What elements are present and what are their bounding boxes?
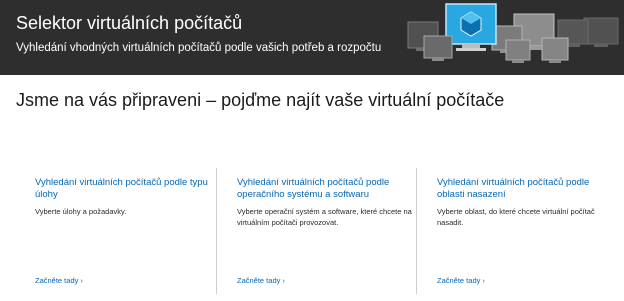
card-title-link[interactable]: Vyhledání virtuálních počítačů podle obl… <box>437 177 617 201</box>
card-description: Vyberte oblast, do které chcete virtuáln… <box>437 207 595 227</box>
hero-title: Selektor virtuálních počítačů <box>16 13 243 33</box>
card-region: Vyhledání virtuálních počítačů podle obl… <box>437 177 617 228</box>
card-title-link[interactable]: Vyhledání virtuálních počítačů podle ope… <box>237 177 417 201</box>
card-os-software: Vyhledání virtuálních počítačů podle ope… <box>237 177 417 228</box>
start-here-label: Začněte tady <box>237 276 281 285</box>
card-workload: Vyhledání virtuálních počítačů podle typ… <box>35 177 215 217</box>
chevron-right-icon: › <box>282 276 285 285</box>
page-heading: Jsme na vás připraveni – pojďme najít va… <box>16 90 505 110</box>
card-description: Vyberte úlohy a požadavky. <box>35 207 127 216</box>
hero-subtitle: Vyhledání vhodných virtuálních počítačů … <box>16 42 382 54</box>
virtual-machine-monitors-icon <box>407 3 619 63</box>
start-here-link-region[interactable]: Začněte tady › <box>437 276 485 286</box>
chevron-right-icon: › <box>482 276 485 285</box>
card-title-link[interactable]: Vyhledání virtuálních počítačů podle typ… <box>35 177 215 201</box>
start-here-label: Začněte tady <box>35 276 79 285</box>
card-description: Vyberte operační systém a software, kter… <box>237 207 412 227</box>
chevron-right-icon: › <box>80 276 83 285</box>
start-here-link-workload[interactable]: Začněte tady › <box>35 276 83 286</box>
start-here-link-os-software[interactable]: Začněte tady › <box>237 276 285 286</box>
card-divider <box>216 168 217 294</box>
start-here-label: Začněte tady <box>437 276 481 285</box>
hero-banner: Selektor virtuálních počítačů Vyhledání … <box>0 0 624 75</box>
